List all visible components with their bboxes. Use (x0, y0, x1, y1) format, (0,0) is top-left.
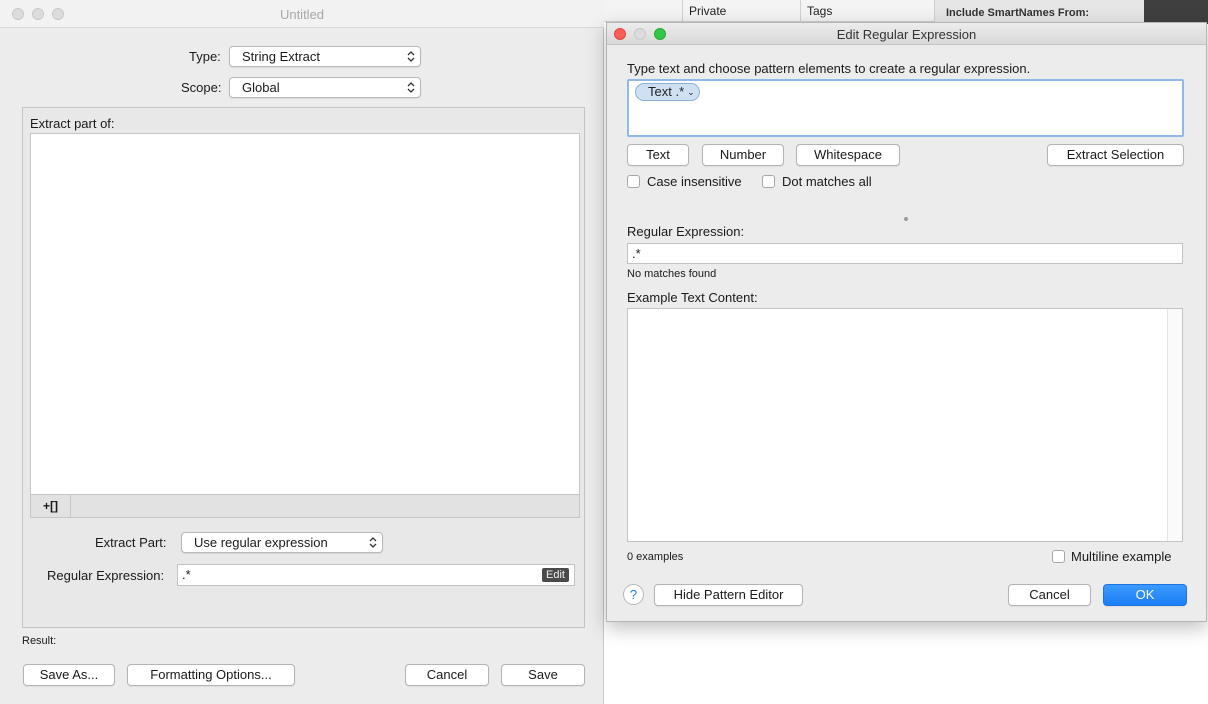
dialog-cancel-button[interactable]: Cancel (1008, 584, 1091, 606)
scope-popup[interactable]: Global (229, 77, 421, 98)
dot-matches-all-checkbox[interactable] (762, 175, 775, 188)
extract-part-popup[interactable]: Use regular expression (181, 532, 383, 553)
left-window-title: Untitled (279, 7, 325, 22)
multiline-example-checkbox[interactable] (1052, 550, 1065, 563)
save-as-button[interactable]: Save As... (23, 664, 115, 686)
left-window-titlebar: Untitled (0, 0, 604, 28)
extract-part-of-label: Extract part of: (30, 116, 115, 131)
up-down-arrows-icon (407, 82, 415, 93)
example-text-label: Example Text Content: (627, 290, 758, 305)
smartnames-sidebar-title: Include SmartNames From: (946, 7, 1090, 19)
case-insensitive-checkbox[interactable] (627, 175, 640, 188)
extract-part-of-list[interactable] (30, 133, 580, 495)
number-pattern-button[interactable]: Number (702, 144, 784, 166)
dialog-instructions: Type text and choose pattern elements to… (627, 61, 1031, 76)
formatting-options-button[interactable]: Formatting Options... (127, 664, 295, 686)
whitespace-pattern-button[interactable]: Whitespace (796, 144, 900, 166)
dialog-regex-field-value: .* (632, 246, 641, 261)
scope-label: Scope: (181, 80, 222, 95)
list-footer-bar: +[] (30, 495, 580, 518)
up-down-arrows-icon (369, 537, 377, 548)
dialog-title: Edit Regular Expression (836, 27, 977, 42)
save-button[interactable]: Save (501, 664, 585, 686)
smartnames-sidebar: Include SmartNames From: (934, 0, 1144, 22)
multiline-example-label[interactable]: Multiline example (1071, 549, 1171, 564)
background-content-area (604, 622, 1208, 704)
hide-pattern-editor-button[interactable]: Hide Pattern Editor (654, 584, 803, 606)
dialog-titlebar: Edit Regular Expression (607, 23, 1206, 45)
extract-part-popup-value: Use regular expression (194, 535, 328, 550)
edit-regex-dialog: Edit Regular Expression Type text and ch… (606, 22, 1207, 622)
column-header-private[interactable]: Private (682, 0, 800, 22)
examples-count: 0 examples (627, 551, 684, 563)
chevron-down-icon[interactable]: ⌄ (687, 84, 695, 100)
dialog-regex-label: Regular Expression: (627, 224, 745, 239)
extract-part-label: Extract Part: (95, 535, 167, 550)
edit-regex-button[interactable]: Edit (542, 568, 569, 582)
type-popup[interactable]: String Extract (229, 46, 421, 67)
text-pattern-token-label: Text .* (648, 84, 685, 99)
add-item-button[interactable]: +[] (31, 495, 71, 517)
help-button[interactable]: ? (623, 584, 644, 605)
regex-field-value: .* (182, 567, 191, 582)
ok-button[interactable]: OK (1103, 584, 1187, 606)
match-status: No matches found (627, 268, 717, 280)
case-insensitive-label[interactable]: Case insensitive (647, 174, 742, 189)
cancel-button[interactable]: Cancel (405, 664, 489, 686)
extract-group-box: Extract part of: +[] Extract Part: Use r… (22, 107, 585, 628)
pattern-editor-field[interactable]: Text .* ⌄ (627, 79, 1184, 137)
regex-field[interactable]: .* Edit (177, 564, 575, 586)
dialog-regex-field[interactable]: .* (627, 243, 1183, 264)
string-extract-window: Untitled Type: String Extract Scope: Glo… (0, 0, 604, 704)
text-pattern-button[interactable]: Text (627, 144, 689, 166)
result-label: Result: (22, 635, 57, 647)
up-down-arrows-icon (407, 51, 415, 62)
type-label: Type: (189, 49, 221, 64)
background-table-header: Private Tags (604, 0, 934, 22)
regex-label: Regular Expression: (47, 568, 165, 583)
example-text-area[interactable] (627, 308, 1183, 542)
extract-selection-button[interactable]: Extract Selection (1047, 144, 1184, 166)
type-popup-value: String Extract (242, 49, 321, 64)
background-dark-region (1144, 0, 1208, 24)
scope-popup-value: Global (242, 80, 280, 95)
column-header-tags[interactable]: Tags (800, 0, 934, 22)
text-pattern-token[interactable]: Text .* ⌄ (635, 83, 700, 101)
example-text-scrollbar[interactable] (1167, 309, 1182, 541)
split-view-handle[interactable] (904, 217, 908, 221)
dot-matches-all-label[interactable]: Dot matches all (782, 174, 872, 189)
